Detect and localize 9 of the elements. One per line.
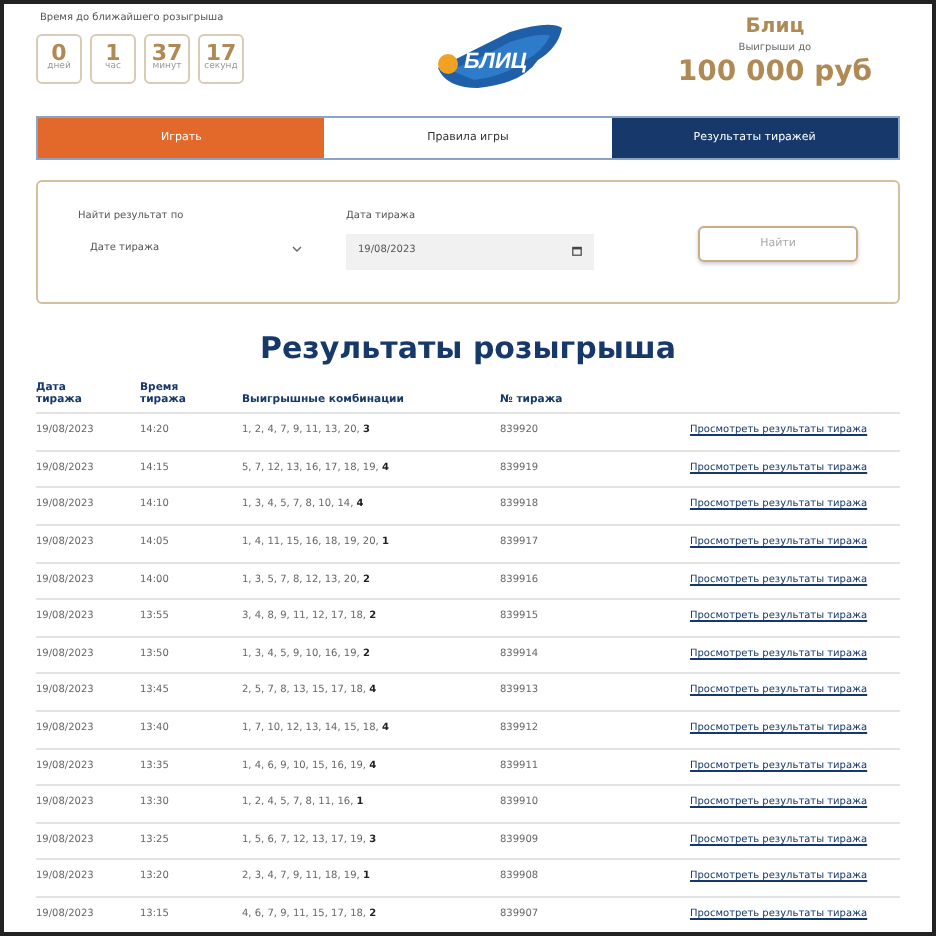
calendar-icon[interactable] [572, 246, 582, 256]
chevron-icon [292, 246, 302, 252]
countdown-value: 0 [51, 42, 67, 65]
prize-amount: 100 000 руб [677, 57, 872, 88]
section-title: Результаты розыгрыша [258, 328, 678, 370]
countdown-value: 37 [151, 42, 183, 65]
countdown-value: 17 [205, 42, 237, 65]
game-name: Блиц [743, 14, 807, 42]
countdown-value: 1 [105, 42, 121, 65]
